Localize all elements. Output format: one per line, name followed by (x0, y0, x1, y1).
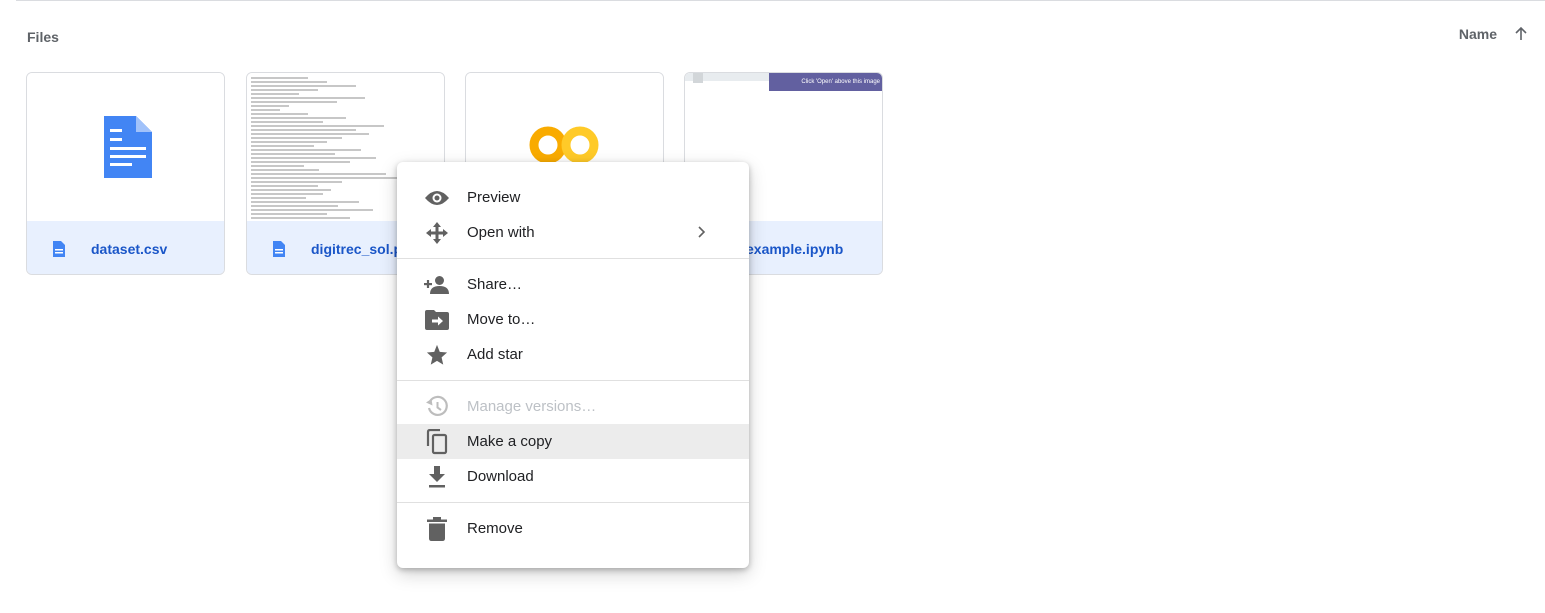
menu-divider (397, 258, 749, 259)
code-line (251, 185, 318, 187)
code-line (251, 197, 307, 199)
menu-item-label: Add star (467, 346, 523, 363)
code-line (251, 189, 331, 191)
menu-divider (397, 380, 749, 381)
menu-item-remove[interactable]: Remove (397, 511, 749, 546)
top-divider (16, 0, 1545, 1)
menu-item-manage-versions[interactable]: Manage versions… (397, 389, 749, 424)
code-line (251, 177, 403, 179)
menu-item-move-to[interactable]: Move to… (397, 302, 749, 337)
file-name: example.ipynb (746, 240, 844, 257)
code-line (251, 117, 346, 119)
menu-divider (397, 502, 749, 503)
menu-item-label: Open with (467, 224, 535, 241)
file-card-dataset[interactable]: dataset.csv (26, 72, 225, 275)
code-line (251, 145, 314, 147)
code-line (251, 217, 350, 219)
code-line (251, 213, 327, 215)
menu-item-label: Make a copy (467, 433, 553, 450)
section-title: Files (27, 29, 59, 45)
menu-item-label: Manage versions… (467, 398, 597, 415)
move-arrows-icon (424, 220, 450, 246)
code-line (251, 89, 318, 91)
menu-item-share[interactable]: Share… (397, 267, 749, 302)
arrow-up-icon[interactable] (1509, 22, 1533, 46)
menu-item-preview[interactable]: Preview (397, 180, 749, 215)
code-line (251, 121, 324, 123)
code-line (251, 125, 384, 127)
download-icon (424, 464, 450, 490)
code-line (251, 209, 373, 211)
add-person-icon (424, 272, 450, 298)
code-line (251, 109, 280, 111)
menu-item-download[interactable]: Download (397, 459, 749, 494)
code-line (251, 129, 356, 131)
code-line (251, 181, 343, 183)
menu-item-add-star[interactable]: Add star (397, 337, 749, 372)
history-icon (424, 394, 450, 420)
colab-logo (529, 126, 599, 164)
file-thumbnail (27, 73, 224, 221)
code-line (251, 161, 350, 163)
chevron-right-icon (698, 226, 706, 238)
code-line (251, 77, 308, 79)
code-line (251, 149, 362, 151)
code-line (251, 101, 337, 103)
document-icon (273, 240, 285, 257)
trash-icon (424, 516, 450, 542)
document-icon (53, 240, 65, 257)
code-line (251, 153, 335, 155)
code-line (251, 133, 369, 135)
context-menu: Preview Open with Share… Move to… Add st… (397, 162, 749, 568)
code-line (251, 97, 365, 99)
copy-icon (424, 428, 450, 455)
menu-item-make-copy[interactable]: Make a copy (397, 424, 749, 459)
menu-item-open-with[interactable]: Open with (397, 215, 749, 250)
code-line (251, 165, 305, 167)
thumbnail-banner: Click 'Open' above this image (769, 73, 882, 91)
sort-label[interactable]: Name (1459, 26, 1497, 42)
code-line (251, 105, 289, 107)
file-name: digitrec_sol.py (311, 240, 410, 257)
code-line (251, 157, 377, 159)
code-line (251, 81, 327, 83)
code-line (251, 205, 339, 207)
file-name: dataset.csv (91, 240, 168, 257)
file-footer[interactable]: dataset.csv (27, 221, 224, 274)
menu-item-label: Download (467, 468, 534, 485)
code-line (251, 141, 327, 143)
sort-control[interactable]: Name (1459, 22, 1533, 46)
star-icon (424, 342, 450, 368)
eye-icon (424, 185, 450, 211)
code-line (251, 173, 386, 175)
code-line (251, 201, 360, 203)
code-line (251, 93, 299, 95)
menu-item-label: Share… (467, 276, 523, 293)
code-line (251, 169, 320, 171)
code-line (251, 85, 356, 87)
thumbnail-toolbar-square (693, 73, 703, 83)
code-line (251, 193, 324, 195)
folder-move-icon (424, 307, 450, 333)
code-line (251, 137, 343, 139)
menu-item-label: Move to… (467, 311, 536, 328)
code-line (251, 113, 308, 115)
document-icon (104, 116, 152, 178)
menu-item-label: Preview (467, 189, 521, 206)
menu-item-label: Remove (467, 520, 523, 537)
